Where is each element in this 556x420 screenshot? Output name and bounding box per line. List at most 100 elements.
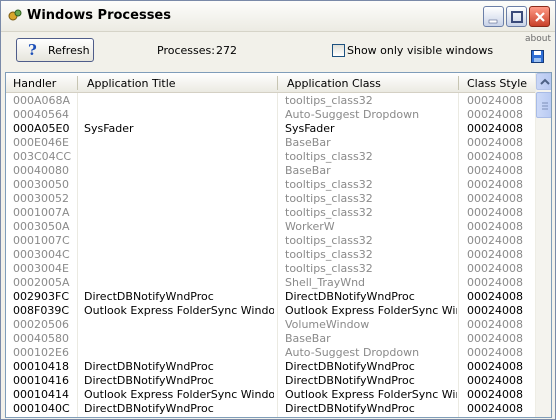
handler-cell: 003C04CC bbox=[13, 150, 72, 163]
class-cell: tooltips_class32 bbox=[285, 234, 373, 247]
column-header-class[interactable]: Application Class bbox=[287, 77, 381, 90]
handler-cell: 000E046E bbox=[13, 136, 69, 149]
handler-cell: 00020506 bbox=[13, 318, 69, 331]
handler-cell: 008F039C bbox=[13, 304, 69, 317]
table-row[interactable]: 00020506 VolumeWindow 00024008 bbox=[6, 317, 535, 331]
app-window: Windows Processes ? Refresh Processes: 2… bbox=[0, 0, 556, 420]
scroll-thumb[interactable] bbox=[536, 92, 551, 118]
handler-cell: 0001040C bbox=[13, 402, 70, 415]
scroll-up-button[interactable] bbox=[536, 73, 551, 90]
table-row[interactable]: 000102E6 Auto-Suggest Dropdown 00024008 bbox=[6, 345, 535, 359]
title-cell: Outlook Express FolderSync Window ... bbox=[84, 388, 274, 401]
handler-cell: 00040580 bbox=[13, 332, 69, 345]
handler-cell: 00010416 bbox=[13, 374, 69, 387]
handler-cell: 0003050A bbox=[13, 220, 70, 233]
title-bar[interactable]: Windows Processes bbox=[1, 1, 555, 32]
handler-cell: 00030052 bbox=[13, 192, 69, 205]
style-cell: 00024008 bbox=[467, 304, 523, 317]
table-row[interactable]: 003C04CC tooltips_class32 00024008 bbox=[6, 149, 535, 163]
column-divider[interactable] bbox=[458, 76, 459, 90]
class-cell: DirectDBNotifyWndProc bbox=[285, 402, 415, 415]
handler-cell: 0003004C bbox=[13, 248, 70, 261]
table-row[interactable]: 0003004C tooltips_class32 00024008 bbox=[6, 247, 535, 261]
title-cell: DirectDBNotifyWndProc bbox=[84, 360, 214, 373]
table-row[interactable]: 0001040C DirectDBNotifyWndProc DirectDBNot… bbox=[6, 401, 535, 415]
column-divider[interactable] bbox=[277, 76, 278, 90]
process-list[interactable]: Handler Application Title Application Cl… bbox=[5, 72, 552, 418]
minimize-button[interactable] bbox=[483, 6, 504, 27]
class-cell: tooltips_class32 bbox=[285, 192, 373, 205]
processes-label: Processes: bbox=[157, 44, 215, 57]
style-cell: 00024008 bbox=[467, 108, 523, 121]
processes-count: 272 bbox=[216, 44, 237, 57]
table-row[interactable]: 00030052 tooltips_class32 00024008 bbox=[6, 191, 535, 205]
table-row[interactable]: 000A068A tooltips_class32 00024008 bbox=[6, 93, 535, 107]
list-header: Handler Application Title Application Cl… bbox=[6, 73, 535, 93]
save-icon[interactable] bbox=[531, 50, 544, 63]
class-cell: BaseBar bbox=[285, 136, 331, 149]
style-cell: 00024008 bbox=[467, 262, 523, 275]
style-cell: 00024008 bbox=[467, 206, 523, 219]
class-cell: Outlook Express FolderSync Win... bbox=[285, 388, 457, 401]
column-divider[interactable] bbox=[77, 76, 78, 90]
class-cell: tooltips_class32 bbox=[285, 248, 373, 261]
table-row[interactable]: 00010418 DirectDBNotifyWndProc DirectDBNot… bbox=[6, 359, 535, 373]
class-cell: tooltips_class32 bbox=[285, 178, 373, 191]
list-rows: 000A068A tooltips_class32 00024008 00040564… bbox=[6, 93, 535, 415]
close-icon bbox=[535, 12, 545, 22]
column-header-style[interactable]: Class Style bbox=[467, 77, 527, 90]
style-cell: 00024008 bbox=[467, 234, 523, 247]
table-row[interactable]: 000A05E0 SysFader SysFader 00024008 bbox=[6, 121, 535, 135]
handler-cell: 000A05E0 bbox=[13, 122, 70, 135]
table-row[interactable]: 0003050A WorkerW 00024008 bbox=[6, 219, 535, 233]
handler-cell: 0002005A bbox=[13, 276, 70, 289]
chevron-up-icon bbox=[540, 78, 550, 85]
style-cell: 00024008 bbox=[467, 150, 523, 163]
class-cell: DirectDBNotifyWndProc bbox=[285, 360, 415, 373]
class-cell: BaseBar bbox=[285, 164, 331, 177]
style-cell: 00024008 bbox=[467, 388, 523, 401]
class-cell: Outlook Express FolderSync Win... bbox=[285, 304, 457, 317]
handler-cell: 00010418 bbox=[13, 360, 69, 373]
handler-cell: 000102E6 bbox=[13, 346, 69, 359]
style-cell: 00024008 bbox=[467, 402, 523, 415]
class-cell: VolumeWindow bbox=[285, 318, 370, 331]
handler-cell: 000A068A bbox=[13, 94, 71, 107]
class-cell: DirectDBNotifyWndProc bbox=[285, 374, 415, 387]
handler-cell: 0001007C bbox=[13, 234, 70, 247]
table-row[interactable]: 000E046E BaseBar 00024008 bbox=[6, 135, 535, 149]
refresh-button[interactable]: ? Refresh bbox=[16, 38, 94, 62]
style-cell: 00024008 bbox=[467, 276, 523, 289]
table-row[interactable]: 00040564 Auto-Suggest Dropdown 00024008 bbox=[6, 107, 535, 121]
style-cell: 00024008 bbox=[467, 192, 523, 205]
close-button[interactable] bbox=[529, 6, 550, 27]
table-row[interactable]: 00040080 BaseBar 00024008 bbox=[6, 163, 535, 177]
table-row[interactable]: 0001007A tooltips_class32 00024008 bbox=[6, 205, 535, 219]
table-row[interactable]: 002903FC DirectDBNotifyWndProc DirectDBNot… bbox=[6, 289, 535, 303]
table-row[interactable]: 00040580 BaseBar 00024008 bbox=[6, 331, 535, 345]
style-cell: 00024008 bbox=[467, 360, 523, 373]
title-cell: DirectDBNotifyWndProc bbox=[84, 290, 214, 303]
column-header-title[interactable]: Application Title bbox=[87, 77, 176, 90]
vertical-scrollbar[interactable] bbox=[535, 73, 551, 417]
handler-cell: 0003004E bbox=[13, 262, 69, 275]
handler-cell: 0001007A bbox=[13, 206, 70, 219]
table-row[interactable]: 00010414 Outlook Express FolderSync Wind o… bbox=[6, 387, 535, 401]
table-row[interactable]: 00010416 DirectDBNotifyWndProc DirectDBNot… bbox=[6, 373, 535, 387]
style-cell: 00024008 bbox=[467, 248, 523, 261]
table-row[interactable]: 0002005A Shell_TrayWnd 00024008 bbox=[6, 275, 535, 289]
about-link[interactable]: about bbox=[525, 34, 551, 44]
maximize-button[interactable] bbox=[506, 6, 527, 27]
style-cell: 00024008 bbox=[467, 178, 523, 191]
visible-only-checkbox[interactable] bbox=[332, 44, 345, 57]
column-header-handler[interactable]: Handler bbox=[13, 77, 56, 90]
class-cell: WorkerW bbox=[285, 220, 335, 233]
table-row[interactable]: 00030050 tooltips_class32 00024008 bbox=[6, 177, 535, 191]
table-row[interactable]: 008F039C Outlook Express FolderSync Wind o… bbox=[6, 303, 535, 317]
handler-cell: 00030050 bbox=[13, 178, 69, 191]
table-row[interactable]: 0003004E tooltips_class32 00024008 bbox=[6, 261, 535, 275]
visible-only-label[interactable]: Show only visible windows bbox=[347, 44, 493, 57]
grip-icon bbox=[542, 102, 548, 110]
table-row[interactable]: 0001007C tooltips_class32 00024008 bbox=[6, 233, 535, 247]
handler-cell: 00040080 bbox=[13, 164, 69, 177]
